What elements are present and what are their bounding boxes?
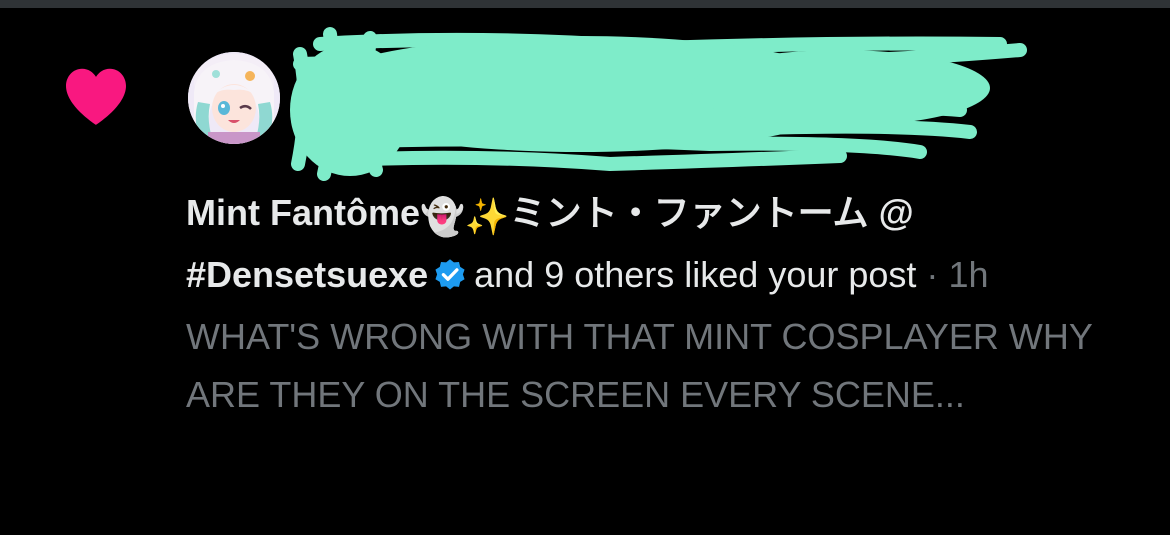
user-name-jp[interactable]: ミント・ファントーム @ <box>510 192 914 233</box>
user-name[interactable]: Mint Fantôme <box>186 192 420 233</box>
notification-text: Mint Fantôme👻✨ミント・ファントーム @ #Densetsuexe … <box>186 184 1146 424</box>
post-preview-text[interactable]: WHAT'S WRONG WITH THAT MINT COSPLAYER WH… <box>186 308 1146 424</box>
user-name-tag[interactable]: #Densetsuexe <box>186 254 428 295</box>
separator-dot: · <box>926 254 939 295</box>
ghost-sparkles-emoji: 👻✨ <box>419 196 510 237</box>
redaction-scribble <box>290 27 1027 181</box>
heart-icon <box>66 68 126 125</box>
divider <box>0 0 1170 8</box>
notification-item[interactable]: Mint Fantôme👻✨ミント・ファントーム @ #Densetsuexe … <box>0 0 1170 535</box>
avatar[interactable] <box>188 52 280 144</box>
timestamp: 1h <box>948 254 989 295</box>
avatar-image <box>188 52 280 144</box>
notification-action: and 9 others liked your post <box>474 254 917 295</box>
verified-badge-icon <box>435 259 465 290</box>
